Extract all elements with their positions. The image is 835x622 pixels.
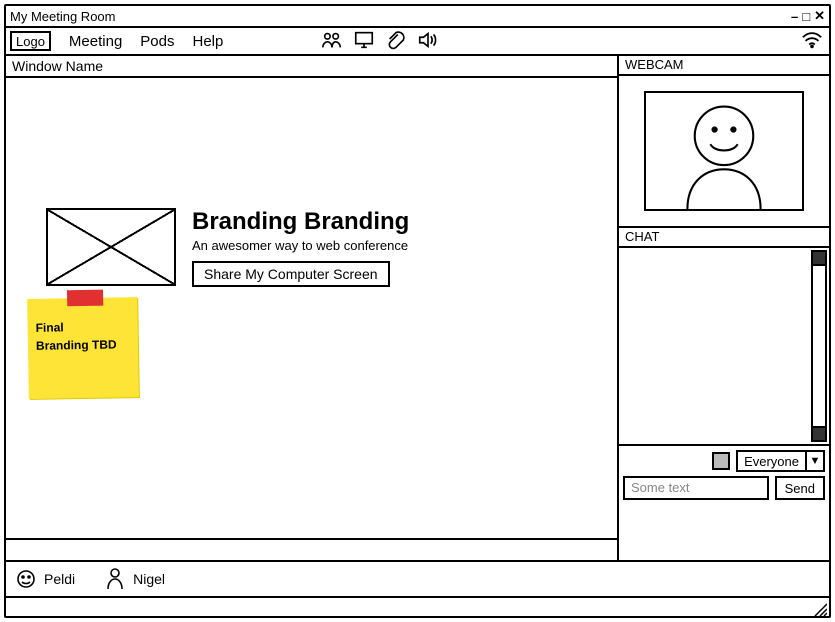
chat-panel: CHAT <box>619 228 829 446</box>
resize-grip-icon[interactable] <box>813 602 827 616</box>
window-title: My Meeting Room <box>10 9 115 24</box>
webcam-panel: WEBCAM <box>619 56 829 228</box>
subheadline: An awesomer way to web conference <box>192 238 409 253</box>
monitor-icon[interactable] <box>353 30 375 53</box>
recipient-label: Everyone <box>738 452 805 470</box>
right-column: WEBCAM CHAT <box>619 56 829 560</box>
participant-name: Nigel <box>133 571 165 587</box>
face-icon <box>16 569 36 589</box>
scroll-down-icon[interactable] <box>813 426 825 440</box>
titlebar: My Meeting Room – □ ✕ <box>6 6 829 28</box>
scroll-up-icon[interactable] <box>813 252 825 266</box>
menu-help[interactable]: Help <box>193 33 224 50</box>
participants-bar: Peldi Nigel <box>6 562 829 598</box>
main-pane-footer <box>6 538 617 560</box>
chat-input[interactable]: Some text <box>623 476 769 500</box>
sticky-note[interactable]: Final Branding TBD <box>27 297 139 399</box>
recipient-dropdown[interactable]: Everyone ▼ <box>736 450 825 472</box>
speaker-icon[interactable] <box>417 30 439 53</box>
statusbar <box>6 598 829 616</box>
toolbar-icons <box>321 30 439 53</box>
brand-block: Branding Branding An awesomer way to web… <box>46 208 409 287</box>
share-screen-button[interactable]: Share My Computer Screen <box>192 261 390 287</box>
chat-controls: Everyone ▼ Some text Send <box>619 446 829 504</box>
app-window: My Meeting Room – □ ✕ Logo Meeting Pods … <box>4 4 831 618</box>
chat-log <box>619 248 829 444</box>
webcam-title: WEBCAM <box>619 56 829 76</box>
color-picker[interactable] <box>712 452 730 470</box>
menu-pods[interactable]: Pods <box>140 33 174 50</box>
people-icon[interactable] <box>321 30 343 53</box>
close-icon[interactable]: ✕ <box>814 8 825 24</box>
send-button[interactable]: Send <box>775 476 825 500</box>
brand-text: Branding Branding An awesomer way to web… <box>192 208 409 287</box>
minimize-icon[interactable]: – <box>791 9 798 24</box>
participant-name: Peldi <box>44 571 75 587</box>
participant[interactable]: Nigel <box>105 567 165 591</box>
menu-meeting[interactable]: Meeting <box>69 33 122 50</box>
wifi-icon <box>801 31 823 52</box>
image-placeholder <box>46 208 176 286</box>
sticky-line: Branding TBD <box>36 335 130 355</box>
window-controls: – □ ✕ <box>791 8 825 24</box>
body: Window Name Branding Branding An awesome… <box>6 56 829 562</box>
chevron-down-icon: ▼ <box>805 452 823 470</box>
participant[interactable]: Peldi <box>16 569 75 589</box>
chat-scrollbar[interactable] <box>811 250 827 442</box>
main-content: Branding Branding An awesomer way to web… <box>6 78 617 538</box>
main-pane-title: Window Name <box>6 56 617 78</box>
headline: Branding Branding <box>192 208 409 236</box>
chat-title: CHAT <box>619 228 829 248</box>
webcam-frame[interactable] <box>644 91 804 211</box>
maximize-icon[interactable]: □ <box>802 9 810 24</box>
menubar: Logo Meeting Pods Help <box>6 28 829 56</box>
sticky-line: Final <box>35 317 129 337</box>
attachment-icon[interactable] <box>385 30 407 53</box>
logo[interactable]: Logo <box>10 31 51 51</box>
person-icon <box>105 567 125 591</box>
webcam-body <box>619 76 829 226</box>
main-pane: Window Name Branding Branding An awesome… <box>6 56 619 560</box>
